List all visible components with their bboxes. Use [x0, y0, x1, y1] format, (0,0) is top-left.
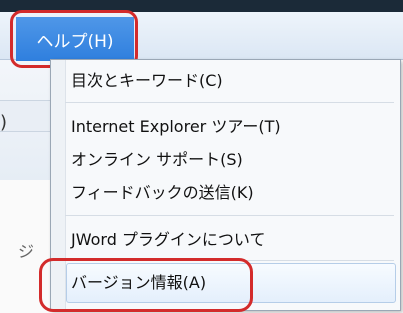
menu-item-label: フィードバックの送信(K) [71, 183, 254, 202]
address-bar-fragment [0, 100, 50, 132]
menu-item-ie-tour[interactable]: Internet Explorer ツアー(T) [71, 109, 281, 145]
menu-separator [65, 215, 394, 216]
menu-item-send-feedback[interactable]: フィードバックの送信(K) [71, 175, 254, 211]
background-text-fragment: ジ [18, 242, 35, 261]
help-dropdown-menu: 目次とキーワード(C) Internet Explorer ツアー(T) オンラ… [39, 59, 401, 312]
menu-item-online-support[interactable]: オンライン サポート(S) [71, 142, 243, 178]
menu-item-label: オンライン サポート(S) [71, 150, 243, 169]
menu-separator [65, 102, 394, 103]
menu-item-contents[interactable]: 目次とキーワード(C) [71, 63, 223, 99]
menu-item-jword-plugin[interactable]: JWord プラグインについて [71, 222, 265, 258]
highlight-outline [39, 258, 253, 312]
background-text-fragment: ) [0, 112, 8, 133]
menu-item-label: Internet Explorer ツアー(T) [71, 117, 281, 136]
menu-item-label: 目次とキーワード(C) [71, 71, 223, 90]
menu-item-label: JWord プラグインについて [71, 230, 266, 249]
